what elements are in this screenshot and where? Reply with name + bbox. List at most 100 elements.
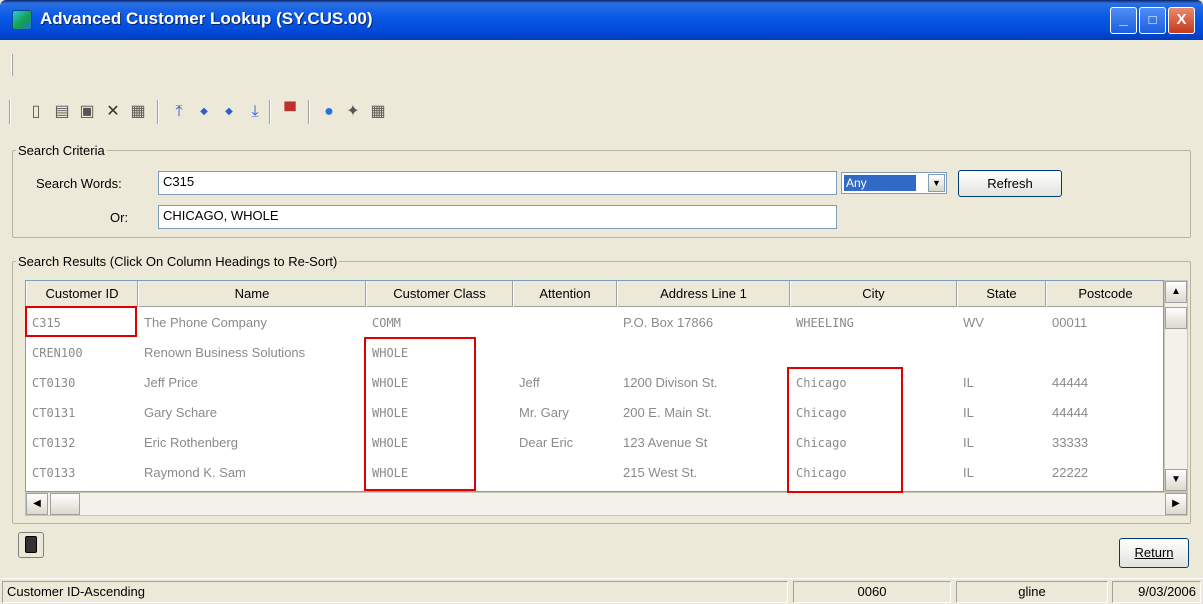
table-cell: Renown Business Solutions xyxy=(144,345,306,360)
toolbar: ▯ ▤ ▣ ✕ ▦ ⤒ ◆ ◆ ⤓ ▀ ● ✦ ▦ xyxy=(9,98,569,126)
column-header[interactable]: Address Line 1 xyxy=(617,281,790,307)
return-button[interactable]: Return xyxy=(1119,538,1189,568)
vertical-scrollbar[interactable]: ▲ ▼ xyxy=(1164,280,1188,492)
table-cell: Jeff xyxy=(519,375,540,390)
status-bar: Customer ID-Ascending 0060 gline 9/03/20… xyxy=(0,578,1203,604)
match-mode-dropdown[interactable]: Any ▼ xyxy=(841,172,947,194)
delete-icon[interactable]: ✕ xyxy=(102,100,124,124)
table-row[interactable]: CT0133 Raymond K. Sam WHOLE 215 West St. Chi… xyxy=(26,458,1163,488)
window-title: Advanced Customer Lookup (SY.CUS.00) xyxy=(40,9,373,28)
table-cell: P.O. Box 17866 xyxy=(623,315,714,330)
screen-icon[interactable]: ▀ xyxy=(279,100,301,124)
previous-record-icon[interactable]: ◆ xyxy=(193,100,215,124)
table-cell: Mr. Gary xyxy=(519,405,569,420)
table-cell xyxy=(1046,338,1163,368)
table-cell: 1200 Divison St. xyxy=(623,375,718,390)
table-cell: IL xyxy=(963,375,974,390)
table-cell: 200 E. Main St. xyxy=(623,405,712,420)
table-cell: CT0130 xyxy=(32,376,76,390)
table-row[interactable]: CT0131 Gary Schare WHOLE Mr. Gary 200 E. Mai… xyxy=(26,398,1163,428)
table-cell xyxy=(513,338,617,368)
table-cell: 215 West St. xyxy=(623,465,698,480)
scroll-up-arrow-icon[interactable]: ▲ xyxy=(1165,281,1187,303)
table-cell: Eric Rothenberg xyxy=(144,435,238,450)
scroll-right-arrow-icon[interactable]: ▶ xyxy=(1165,493,1187,515)
table-cell xyxy=(513,458,617,488)
help-icon[interactable]: ● xyxy=(318,100,340,124)
refresh-button[interactable]: Refresh xyxy=(958,170,1062,197)
column-header[interactable]: Customer Class xyxy=(366,281,513,307)
table-row[interactable]: CREN100 Renown Business Solutions WHOLE xyxy=(26,338,1163,368)
table-cell: WHEELING xyxy=(796,316,854,330)
table-row[interactable]: CT0132 Eric Rothenberg WHOLE Dear Eric 123 A… xyxy=(26,428,1163,458)
next-record-icon[interactable]: ◆ xyxy=(218,100,240,124)
table-row[interactable]: CT0130 Jeff Price WHOLE Jeff 1200 Divison St… xyxy=(26,368,1163,398)
table-cell: IL xyxy=(963,405,974,420)
horizontal-scroll-thumb[interactable] xyxy=(50,493,80,515)
maximize-button[interactable]: □ xyxy=(1139,7,1166,34)
table-cell: IL xyxy=(963,465,974,480)
title-bar[interactable]: Advanced Customer Lookup (SY.CUS.00) _ □… xyxy=(0,0,1203,40)
first-record-icon[interactable]: ⤒ xyxy=(168,100,190,124)
new-icon[interactable]: ▯ xyxy=(25,100,47,124)
column-header[interactable]: Customer ID xyxy=(26,281,138,307)
copy-icon[interactable]: ▣ xyxy=(76,100,98,124)
table-cell: CREN100 xyxy=(32,346,83,360)
search-words-label: Search Words: xyxy=(36,176,122,191)
column-header[interactable]: City xyxy=(790,281,957,307)
vertical-scroll-thumb[interactable] xyxy=(1165,307,1187,329)
highlight-customer-class-whole xyxy=(364,337,476,491)
table-cell: Dear Eric xyxy=(519,435,574,450)
table-cell: 123 Avenue St xyxy=(623,435,708,450)
highlight-city-chicago xyxy=(787,367,903,493)
minimize-button[interactable]: _ xyxy=(1110,7,1137,34)
close-button[interactable]: X xyxy=(1168,7,1195,34)
dropdown-arrow-icon[interactable]: ▼ xyxy=(928,174,945,192)
table-cell: 44444 xyxy=(1052,405,1089,420)
table-cell: The Phone Company xyxy=(144,315,267,330)
or-label: Or: xyxy=(110,210,129,225)
match-mode-value: Any xyxy=(844,175,916,191)
toolbar-separator xyxy=(157,100,159,124)
column-header[interactable]: Name xyxy=(138,281,366,307)
save-icon[interactable]: ▤ xyxy=(51,100,73,124)
table-cell: CT0132 xyxy=(32,436,76,450)
table-cell: 33333 xyxy=(1052,435,1089,450)
status-user: gline xyxy=(956,581,1108,603)
tools-icon[interactable]: ✦ xyxy=(342,100,364,124)
column-header[interactable]: State xyxy=(957,281,1046,307)
table-row[interactable]: C315 The Phone Company COMM P.O. Box 17866 W… xyxy=(26,308,1163,338)
table-cell: Jeff Price xyxy=(144,375,198,390)
table-cell xyxy=(513,308,617,338)
notes-button[interactable] xyxy=(18,532,44,558)
table-cell xyxy=(957,338,1046,368)
notes-icon xyxy=(25,536,37,553)
column-header[interactable]: Postcode xyxy=(1046,281,1163,307)
table-cell: CT0131 xyxy=(32,406,76,420)
table-cell: Gary Schare xyxy=(144,405,217,420)
column-header[interactable]: Attention xyxy=(513,281,617,307)
toolbar-grip[interactable] xyxy=(11,54,13,76)
search-results-legend: Search Results (Click On Column Headings… xyxy=(18,254,338,269)
app-icon xyxy=(12,10,32,30)
scroll-down-arrow-icon[interactable]: ▼ xyxy=(1165,469,1187,491)
toolbar-separator xyxy=(9,100,11,124)
search-criteria-legend: Search Criteria xyxy=(18,143,105,158)
table-cell: IL xyxy=(963,435,974,450)
status-date: 9/03/2006 xyxy=(1112,581,1201,603)
status-sort-order: Customer ID-Ascending xyxy=(2,581,788,603)
table-cell: 22222 xyxy=(1052,465,1089,480)
or-input[interactable]: CHICAGO, WHOLE xyxy=(158,205,837,229)
table-cell xyxy=(617,338,790,368)
table-cell: Raymond K. Sam xyxy=(144,465,246,480)
status-company: 0060 xyxy=(793,581,951,603)
calculator-icon[interactable]: ▦ xyxy=(367,100,389,124)
search-words-input[interactable]: C315 xyxy=(158,171,837,195)
last-record-icon[interactable]: ⤓ xyxy=(244,100,266,124)
results-grid[interactable]: Customer ID Name Customer Class Attention Ad… xyxy=(25,280,1164,492)
table-cell: COMM xyxy=(372,316,401,330)
paste-icon[interactable]: ▦ xyxy=(127,100,149,124)
highlight-customer-id-c315 xyxy=(25,306,137,337)
horizontal-scrollbar[interactable]: ◀ ▶ xyxy=(25,492,1188,516)
scroll-left-arrow-icon[interactable]: ◀ xyxy=(26,493,48,515)
